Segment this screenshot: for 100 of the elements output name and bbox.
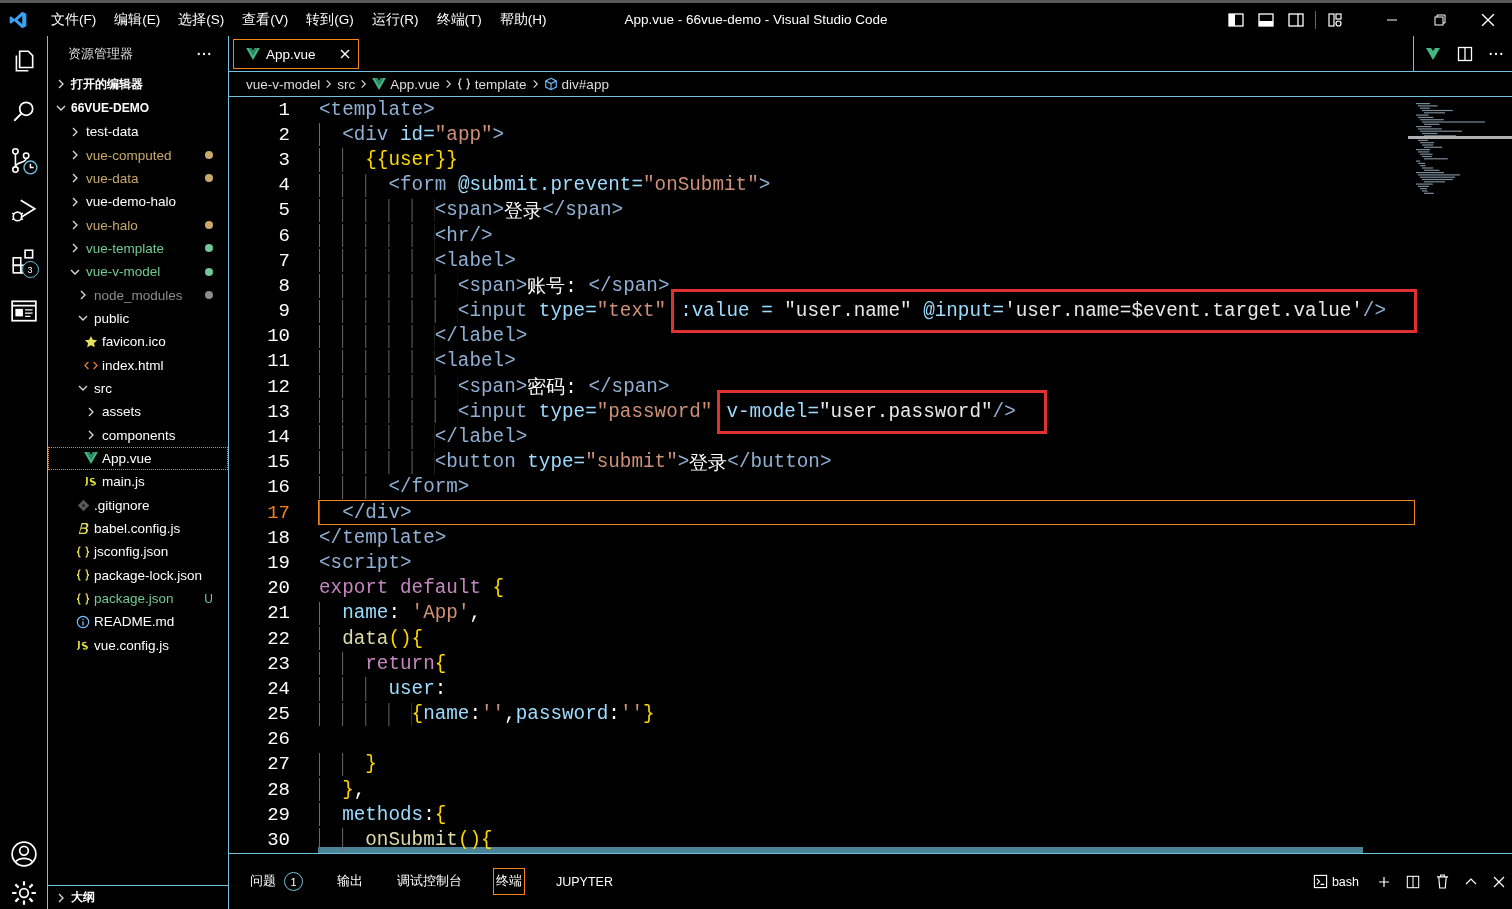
folder-item[interactable]: vue-demo-halo	[48, 190, 228, 214]
breadcrumb-item[interactable]: App.vue	[372, 76, 440, 92]
info-icon	[76, 614, 90, 629]
file-item[interactable]: .gitignore	[48, 493, 228, 517]
letter-b-icon	[76, 521, 90, 536]
menu-item[interactable]: 运行(R)	[362, 10, 428, 29]
menu-item[interactable]: 终端(T)	[427, 10, 491, 29]
section-header[interactable]: 66VUE-DEMO	[48, 96, 228, 120]
code-line: </form>	[318, 474, 1415, 500]
vue-logo-icon	[372, 78, 387, 90]
breadcrumb-item[interactable]: template	[456, 76, 527, 92]
chevron-right-icon	[56, 892, 66, 903]
js-file-icon	[75, 639, 91, 651]
file-item[interactable]: babel.config.js	[48, 516, 228, 541]
panel-tab[interactable]: JUPYTER	[553, 869, 616, 894]
file-item[interactable]: vue.config.js	[48, 633, 228, 657]
folder-item[interactable]: vue-v-model	[48, 260, 228, 284]
folder-item[interactable]: components	[48, 423, 228, 447]
editor-tab[interactable]: App.vue	[233, 39, 359, 69]
git-status-label: U	[204, 591, 213, 606]
folder-item[interactable]: vue-computed	[48, 143, 228, 167]
code-line: user:	[318, 676, 1415, 702]
code-line: }	[318, 751, 1415, 778]
folder-item[interactable]: vue-template	[48, 236, 228, 261]
panel-tab[interactable]: 问题 1	[247, 867, 306, 896]
menu-item[interactable]: 文件(F)	[42, 10, 106, 29]
menu-item[interactable]: 编辑(E)	[105, 10, 170, 29]
section-header[interactable]: 大纲	[48, 885, 228, 909]
code-line: onSubmit(){	[318, 827, 1415, 853]
chevron-right-icon	[324, 79, 334, 89]
chevron-right-icon	[56, 79, 66, 89]
breadcrumb-item[interactable]: div#app	[543, 76, 609, 92]
chevron-right-icon	[70, 173, 80, 184]
line-number: 6	[278, 224, 290, 247]
line-number: 12	[267, 375, 290, 398]
code-line: return{	[318, 651, 1415, 677]
folder-item[interactable]: node_modules	[48, 283, 228, 307]
menu-item[interactable]: 查看(V)	[233, 10, 298, 29]
folder-item[interactable]: src	[48, 376, 228, 401]
file-item[interactable]: jsconfig.json	[48, 540, 228, 564]
code-line: <script>	[318, 550, 413, 576]
line-number: 18	[267, 526, 290, 549]
line-number: 5	[278, 199, 290, 222]
code-line: {name:'',password:''}	[318, 701, 1415, 727]
breadcrumb-item[interactable]: vue-v-model	[246, 76, 321, 92]
line-number: 19	[267, 551, 290, 574]
line-number: 7	[278, 249, 290, 272]
chevron-right-icon	[359, 79, 369, 89]
panel-tab[interactable]: 输出	[334, 868, 366, 895]
app-logo-icon	[8, 9, 28, 30]
menu-item[interactable]: 帮助(H)	[490, 10, 556, 29]
breadcrumb-item[interactable]: src	[337, 76, 356, 92]
line-number: 1	[278, 98, 290, 121]
js-file-icon	[83, 476, 99, 488]
diamond-icon	[76, 498, 90, 512]
chevron-down-icon	[56, 103, 66, 113]
line-number: 2	[278, 123, 290, 146]
line-number: 11	[267, 350, 290, 373]
braces-icon	[76, 569, 90, 582]
terminal-icon	[1312, 874, 1328, 889]
menu-item[interactable]: 转到(G)	[297, 10, 363, 29]
file-item[interactable]: package.json U	[48, 586, 228, 611]
file-item[interactable]: favicon.ico	[48, 330, 228, 354]
menu-item[interactable]: 选择(S)	[169, 10, 234, 29]
terminal-selector[interactable]: bash	[1306, 873, 1365, 890]
close-icon[interactable]	[339, 49, 350, 59]
folder-item[interactable]: assets	[48, 400, 228, 424]
panel-tab[interactable]: 调试控制台	[394, 868, 465, 895]
code-line: data(){	[318, 625, 1415, 652]
line-number: 26	[267, 728, 290, 751]
chevron-right-icon	[70, 150, 80, 160]
line-number: 22	[267, 627, 290, 650]
code-line: <form @submit.prevent="onSubmit">	[318, 172, 1415, 198]
line-number: 9	[278, 300, 290, 323]
folder-item[interactable]: public	[48, 306, 228, 331]
panel-tab[interactable]: 终端	[493, 868, 525, 895]
code-line: },	[318, 777, 1415, 803]
line-number: 29	[267, 803, 290, 826]
line-number: 27	[267, 753, 290, 776]
line-number: 24	[267, 677, 290, 700]
section-header[interactable]: 打开的编辑器	[48, 72, 228, 96]
file-item[interactable]: index.html	[48, 353, 228, 377]
code-line: <label>	[318, 248, 1415, 274]
file-item[interactable]: main.js	[48, 470, 228, 494]
file-item[interactable]: package-lock.json	[48, 563, 228, 587]
file-item[interactable]: App.vue	[48, 446, 228, 471]
code-line: <template>	[318, 97, 436, 123]
extensions-button[interactable]: 3	[0, 236, 48, 286]
code-line: <label>	[318, 348, 1415, 375]
folder-item[interactable]: vue-halo	[48, 213, 228, 237]
braces-icon	[76, 592, 90, 605]
file-item[interactable]: README.md	[48, 610, 228, 634]
folder-item[interactable]: test-data	[48, 120, 228, 144]
chevron-right-icon	[70, 243, 80, 254]
scrollbar[interactable]	[318, 847, 1363, 853]
line-number: 30	[267, 829, 290, 852]
folder-item[interactable]: vue-data	[48, 166, 228, 191]
chevron-right-icon	[86, 430, 96, 441]
code-line: export default {	[318, 576, 506, 601]
code-line: <hr/>	[318, 222, 1415, 249]
